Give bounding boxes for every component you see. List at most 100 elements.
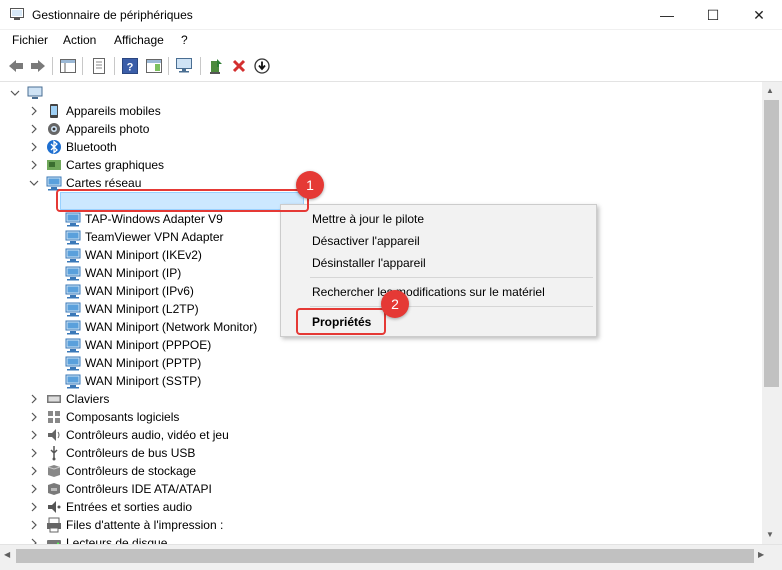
chevron-down-icon[interactable] <box>10 87 20 99</box>
tree-item-label: TeamViewer VPN Adapter <box>85 230 224 244</box>
scroll-left-icon[interactable]: ◀ <box>4 550 10 559</box>
menu-separator <box>310 277 593 278</box>
network-adapter-icon <box>65 374 81 389</box>
action-pane-button[interactable] <box>144 56 164 76</box>
tree-item-label: Claviers <box>66 392 110 406</box>
toolbar-separator <box>200 57 201 75</box>
network-adapter-icon <box>65 320 81 335</box>
action-pane-icon <box>146 59 162 73</box>
close-button[interactable]: ✕ <box>736 0 782 30</box>
download-circle-icon <box>254 58 270 74</box>
chevron-down-icon[interactable] <box>29 177 39 189</box>
tree-item-label: WAN Miniport (L2TP) <box>85 302 199 316</box>
tree-category[interactable]: Appareils mobiles <box>0 102 762 120</box>
chevron-right-icon[interactable] <box>29 519 39 531</box>
tree-root[interactable] <box>0 84 762 102</box>
tree-category[interactable]: Files d'attente à l'impression : <box>0 516 762 534</box>
device-manager-icon <box>10 8 24 20</box>
tree-category[interactable]: Contrôleurs de stockage <box>0 462 762 480</box>
chevron-right-icon[interactable] <box>29 537 39 544</box>
back-arrow-icon <box>9 60 23 72</box>
network-adapter-icon <box>65 230 81 245</box>
back-button[interactable] <box>6 56 26 76</box>
tree-item-label: TAP-Windows Adapter V9 <box>85 212 223 226</box>
tree-category[interactable]: Appareils photo <box>0 120 762 138</box>
bluetooth-icon <box>47 140 61 154</box>
computer-icon <box>27 86 43 99</box>
tree-item-label: Composants logiciels <box>66 410 180 424</box>
scroll-down-icon[interactable]: ▼ <box>766 530 774 539</box>
tree-item-label: Lecteurs de disque <box>66 536 168 544</box>
scroll-right-icon[interactable]: ▶ <box>758 550 764 559</box>
tree-item-label: Contrôleurs de stockage <box>66 464 197 478</box>
scan-hardware-button[interactable] <box>175 56 195 76</box>
chevron-right-icon[interactable] <box>29 429 39 441</box>
tree-category[interactable]: Cartes graphiques <box>0 156 762 174</box>
scroll-up-icon[interactable]: ▲ <box>766 86 774 95</box>
network-adapter-item[interactable]: WAN Miniport (SSTP) <box>0 372 762 390</box>
menu-help[interactable]: ? <box>181 33 188 47</box>
chevron-right-icon[interactable] <box>29 159 39 171</box>
tree-category[interactable]: Composants logiciels <box>0 408 762 426</box>
annotation-badge-1: 1 <box>296 171 324 199</box>
menu-fichier[interactable]: Fichier <box>12 33 48 47</box>
tree-category[interactable]: Contrôleurs de bus USB <box>0 444 762 462</box>
tree-item-label: WAN Miniport (Network Monitor) <box>85 320 258 334</box>
annotation-badge-2: 2 <box>381 290 409 318</box>
update-driver-button[interactable] <box>206 56 226 76</box>
enable-device-button[interactable] <box>252 56 272 76</box>
tree-item-label: Cartes graphiques <box>66 158 165 172</box>
network-adapter-item[interactable]: WAN Miniport (PPPOE) <box>0 336 762 354</box>
chevron-right-icon[interactable] <box>29 393 39 405</box>
display-adapter-icon <box>47 160 61 170</box>
chevron-right-icon[interactable] <box>29 501 39 513</box>
show-hide-console-tree-button[interactable] <box>58 56 78 76</box>
tree-item-label: Entrées et sorties audio <box>66 500 193 514</box>
menu-affichage[interactable]: Affichage <box>114 33 164 47</box>
tree-category[interactable]: Lecteurs de disque <box>0 534 762 544</box>
tree-item-label: Appareils photo <box>66 122 150 136</box>
disk-icon <box>47 540 61 544</box>
properties-sheet-icon <box>93 58 105 74</box>
maximize-button[interactable]: ☐ <box>690 0 736 30</box>
tree-category[interactable]: Entrées et sorties audio <box>0 498 762 516</box>
chevron-right-icon[interactable] <box>29 483 39 495</box>
help-button[interactable]: ? <box>120 56 140 76</box>
horizontal-scroll-thumb[interactable] <box>16 549 754 563</box>
tree-item-label: Contrôleurs audio, vidéo et jeu <box>66 428 229 442</box>
console-tree-icon <box>60 59 76 73</box>
menu-update-driver[interactable]: Mettre à jour le pilote <box>312 212 424 226</box>
menu-separator <box>310 306 593 307</box>
network-adapter-icon <box>65 212 81 227</box>
vertical-scroll-thumb[interactable] <box>764 100 779 387</box>
menu-scan-hardware-changes[interactable]: Rechercher les modifications sur le maté… <box>312 285 545 299</box>
network-adapter-icon <box>65 302 81 317</box>
chevron-right-icon[interactable] <box>29 447 39 459</box>
audio-io-icon <box>48 501 61 513</box>
uninstall-device-button[interactable] <box>229 56 249 76</box>
chevron-right-icon[interactable] <box>29 123 39 135</box>
chevron-right-icon[interactable] <box>29 105 39 117</box>
network-adapter-item[interactable]: WAN Miniport (PPTP) <box>0 354 762 372</box>
tree-category[interactable]: Contrôleurs IDE ATA/ATAPI <box>0 480 762 498</box>
forward-button[interactable] <box>28 56 48 76</box>
storage-icon <box>47 465 61 477</box>
tree-category[interactable]: Contrôleurs audio, vidéo et jeu <box>0 426 762 444</box>
chevron-right-icon[interactable] <box>29 411 39 423</box>
tree-item-label: WAN Miniport (PPTP) <box>85 356 202 370</box>
chevron-right-icon[interactable] <box>29 141 39 153</box>
properties-toolbar-button[interactable] <box>89 56 109 76</box>
menu-disable-device[interactable]: Désactiver l'appareil <box>312 234 420 248</box>
network-adapter-icon <box>65 266 81 281</box>
keyboard-icon <box>47 395 61 403</box>
menu-uninstall-device[interactable]: Désinstaller l'appareil <box>312 256 426 270</box>
menu-action[interactable]: Action <box>63 33 96 47</box>
tree-category[interactable]: Bluetooth <box>0 138 762 156</box>
minimize-button[interactable]: — <box>644 0 690 30</box>
annotation-highlight-properties <box>296 308 386 335</box>
chevron-right-icon[interactable] <box>29 465 39 477</box>
print-queue-icon <box>47 517 61 533</box>
update-driver-icon <box>210 59 222 74</box>
tree-category[interactable]: Claviers <box>0 390 762 408</box>
tree-item-label: WAN Miniport (PPPOE) <box>85 338 212 352</box>
